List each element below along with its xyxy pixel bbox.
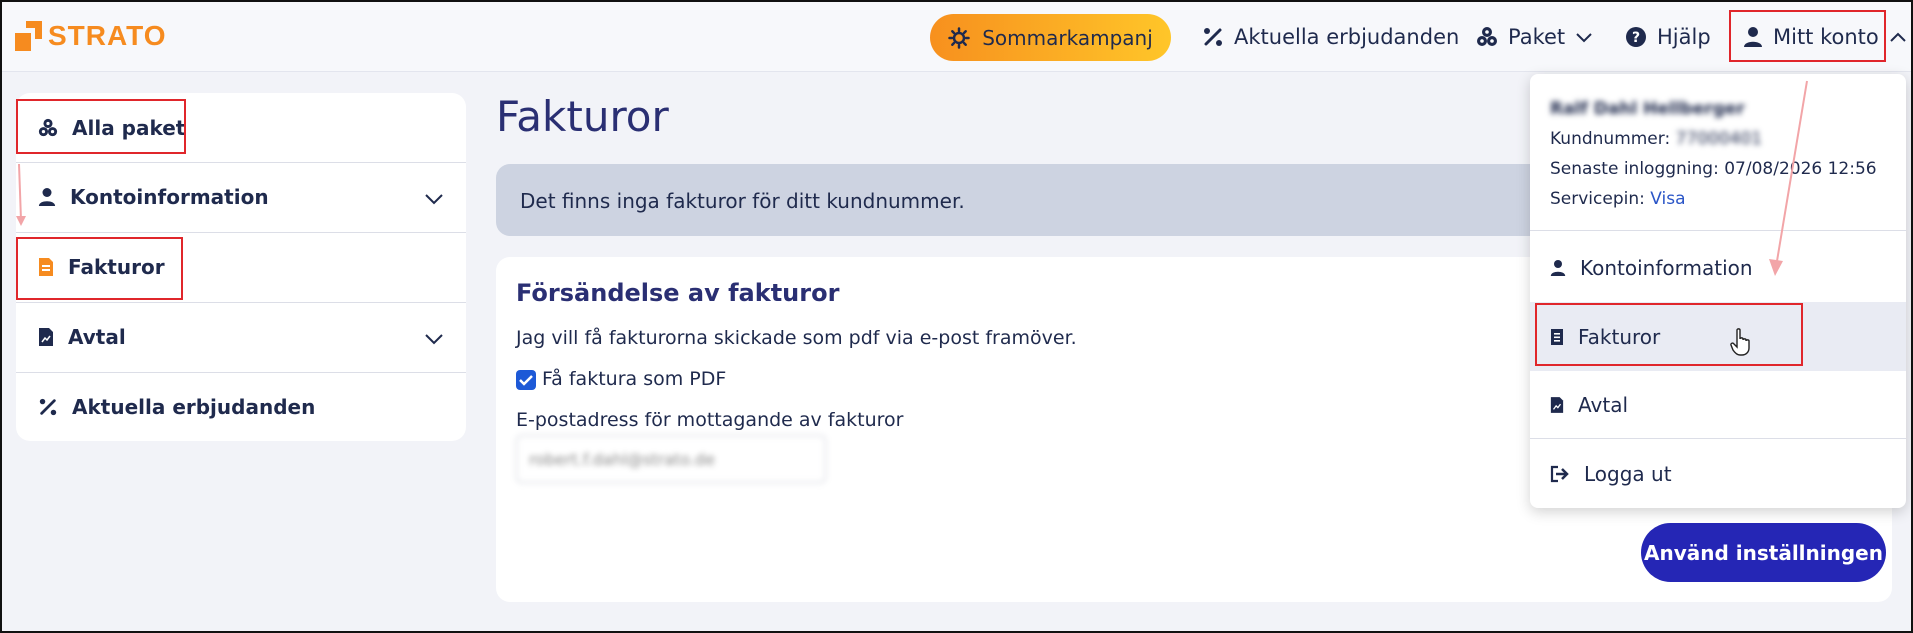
info-notice: Det finns inga fakturor för ditt kundnum…: [496, 164, 1696, 236]
sidebar-item-contracts[interactable]: Avtal: [16, 302, 466, 371]
apply-settings-button[interactable]: Använd inställningen: [1641, 523, 1886, 582]
user-icon: [38, 187, 56, 207]
menu-item-account-info[interactable]: Kontoinformation: [1530, 233, 1906, 302]
top-navigation-bar: STRATO Sommarkampanj Aktuella erbjudande…: [2, 2, 1911, 72]
nav-packages-label: Paket: [1508, 25, 1566, 49]
email-label: E-postadress för mottagande av fakturor: [516, 409, 904, 431]
servicepin-row: Servicepin: Visa: [1550, 184, 1877, 214]
user-icon: [1550, 259, 1566, 277]
strato-logo[interactable]: STRATO: [15, 18, 167, 54]
sidebar-item-label: Aktuella erbjudanden: [72, 395, 316, 419]
svg-text:?: ?: [1632, 30, 1640, 46]
promo-label: Sommarkampanj: [982, 25, 1153, 50]
highlight-menu-invoices: [1535, 303, 1803, 366]
sidebar-item-label: Kontoinformation: [70, 185, 269, 209]
customer-number-value: 77000401: [1675, 129, 1763, 149]
chevron-up-icon: [1889, 31, 1907, 43]
account-info: Ralf Dahl Hellberger Kundnummer: 7700040…: [1550, 94, 1877, 214]
annotation-arrow: [16, 163, 26, 226]
percent-icon: [1202, 26, 1224, 48]
chevron-down-icon: [424, 187, 444, 207]
menu-item-label: Logga ut: [1584, 461, 1672, 486]
account-name: Ralf Dahl Hellberger: [1550, 99, 1745, 119]
card-description: Jag vill få fakturorna skickade som pdf …: [516, 327, 1077, 349]
email-field[interactable]: [516, 435, 826, 483]
app-frame: STRATO Sommarkampanj Aktuella erbjudande…: [0, 0, 1913, 633]
chevron-down-icon: [1575, 31, 1593, 43]
sidebar-item-label: Avtal: [68, 325, 126, 349]
percent-icon: [38, 397, 58, 417]
card-heading: Försändelse av fakturor: [516, 279, 840, 307]
sun-icon: [948, 26, 970, 49]
highlight-account: [1729, 10, 1886, 62]
question-icon: ?: [1625, 26, 1647, 48]
menu-item-contracts[interactable]: Avtal: [1530, 370, 1906, 439]
customer-number-label: Kundnummer:: [1550, 129, 1671, 149]
nav-offers[interactable]: Aktuella erbjudanden: [1202, 17, 1459, 57]
nav-offers-label: Aktuella erbjudanden: [1234, 25, 1460, 49]
logo-mark-icon: [15, 21, 42, 51]
highlight-all-packages: [16, 99, 186, 154]
last-login-label: Senaste inloggning:: [1550, 159, 1719, 179]
highlight-invoices: [16, 237, 183, 300]
page-title: Fakturor: [496, 92, 669, 141]
menu-item-label: Avtal: [1578, 392, 1628, 417]
sidebar-item-account-info[interactable]: Kontoinformation: [16, 162, 466, 231]
menu-item-label: Kontoinformation: [1580, 255, 1753, 280]
servicepin-show-link[interactable]: Visa: [1650, 189, 1685, 209]
contract-icon: [38, 327, 54, 347]
logo-text: STRATO: [48, 20, 167, 51]
sidebar-item-offers[interactable]: Aktuella erbjudanden: [16, 372, 466, 441]
servicepin-label: Servicepin:: [1550, 189, 1645, 209]
nav-help-label: Hjälp: [1657, 25, 1711, 49]
annotation-arrow: [1769, 80, 1808, 276]
promo-button[interactable]: Sommarkampanj: [930, 14, 1171, 61]
chevron-down-icon: [424, 327, 444, 347]
account-dropdown-menu: Ralf Dahl Hellberger Kundnummer: 7700040…: [1530, 74, 1906, 508]
logout-icon: [1550, 465, 1570, 483]
last-login-row: Senaste inloggning: 07/08/2026 12:56: [1550, 154, 1877, 184]
contract-icon: [1550, 396, 1564, 414]
cubes-icon: [1476, 26, 1498, 48]
pdf-checkbox[interactable]: [516, 370, 536, 390]
checkmark-icon: [519, 375, 533, 386]
customer-number-row: Kundnummer: 77000401: [1550, 124, 1877, 154]
menu-divider: [1530, 230, 1906, 231]
hand-cursor-icon: [1730, 328, 1750, 356]
nav-help[interactable]: ? Hjälp: [1625, 17, 1711, 57]
pdf-checkbox-label[interactable]: Få faktura som PDF: [542, 368, 726, 390]
nav-packages[interactable]: Paket: [1476, 17, 1593, 57]
menu-item-logout[interactable]: Logga ut: [1530, 439, 1906, 508]
